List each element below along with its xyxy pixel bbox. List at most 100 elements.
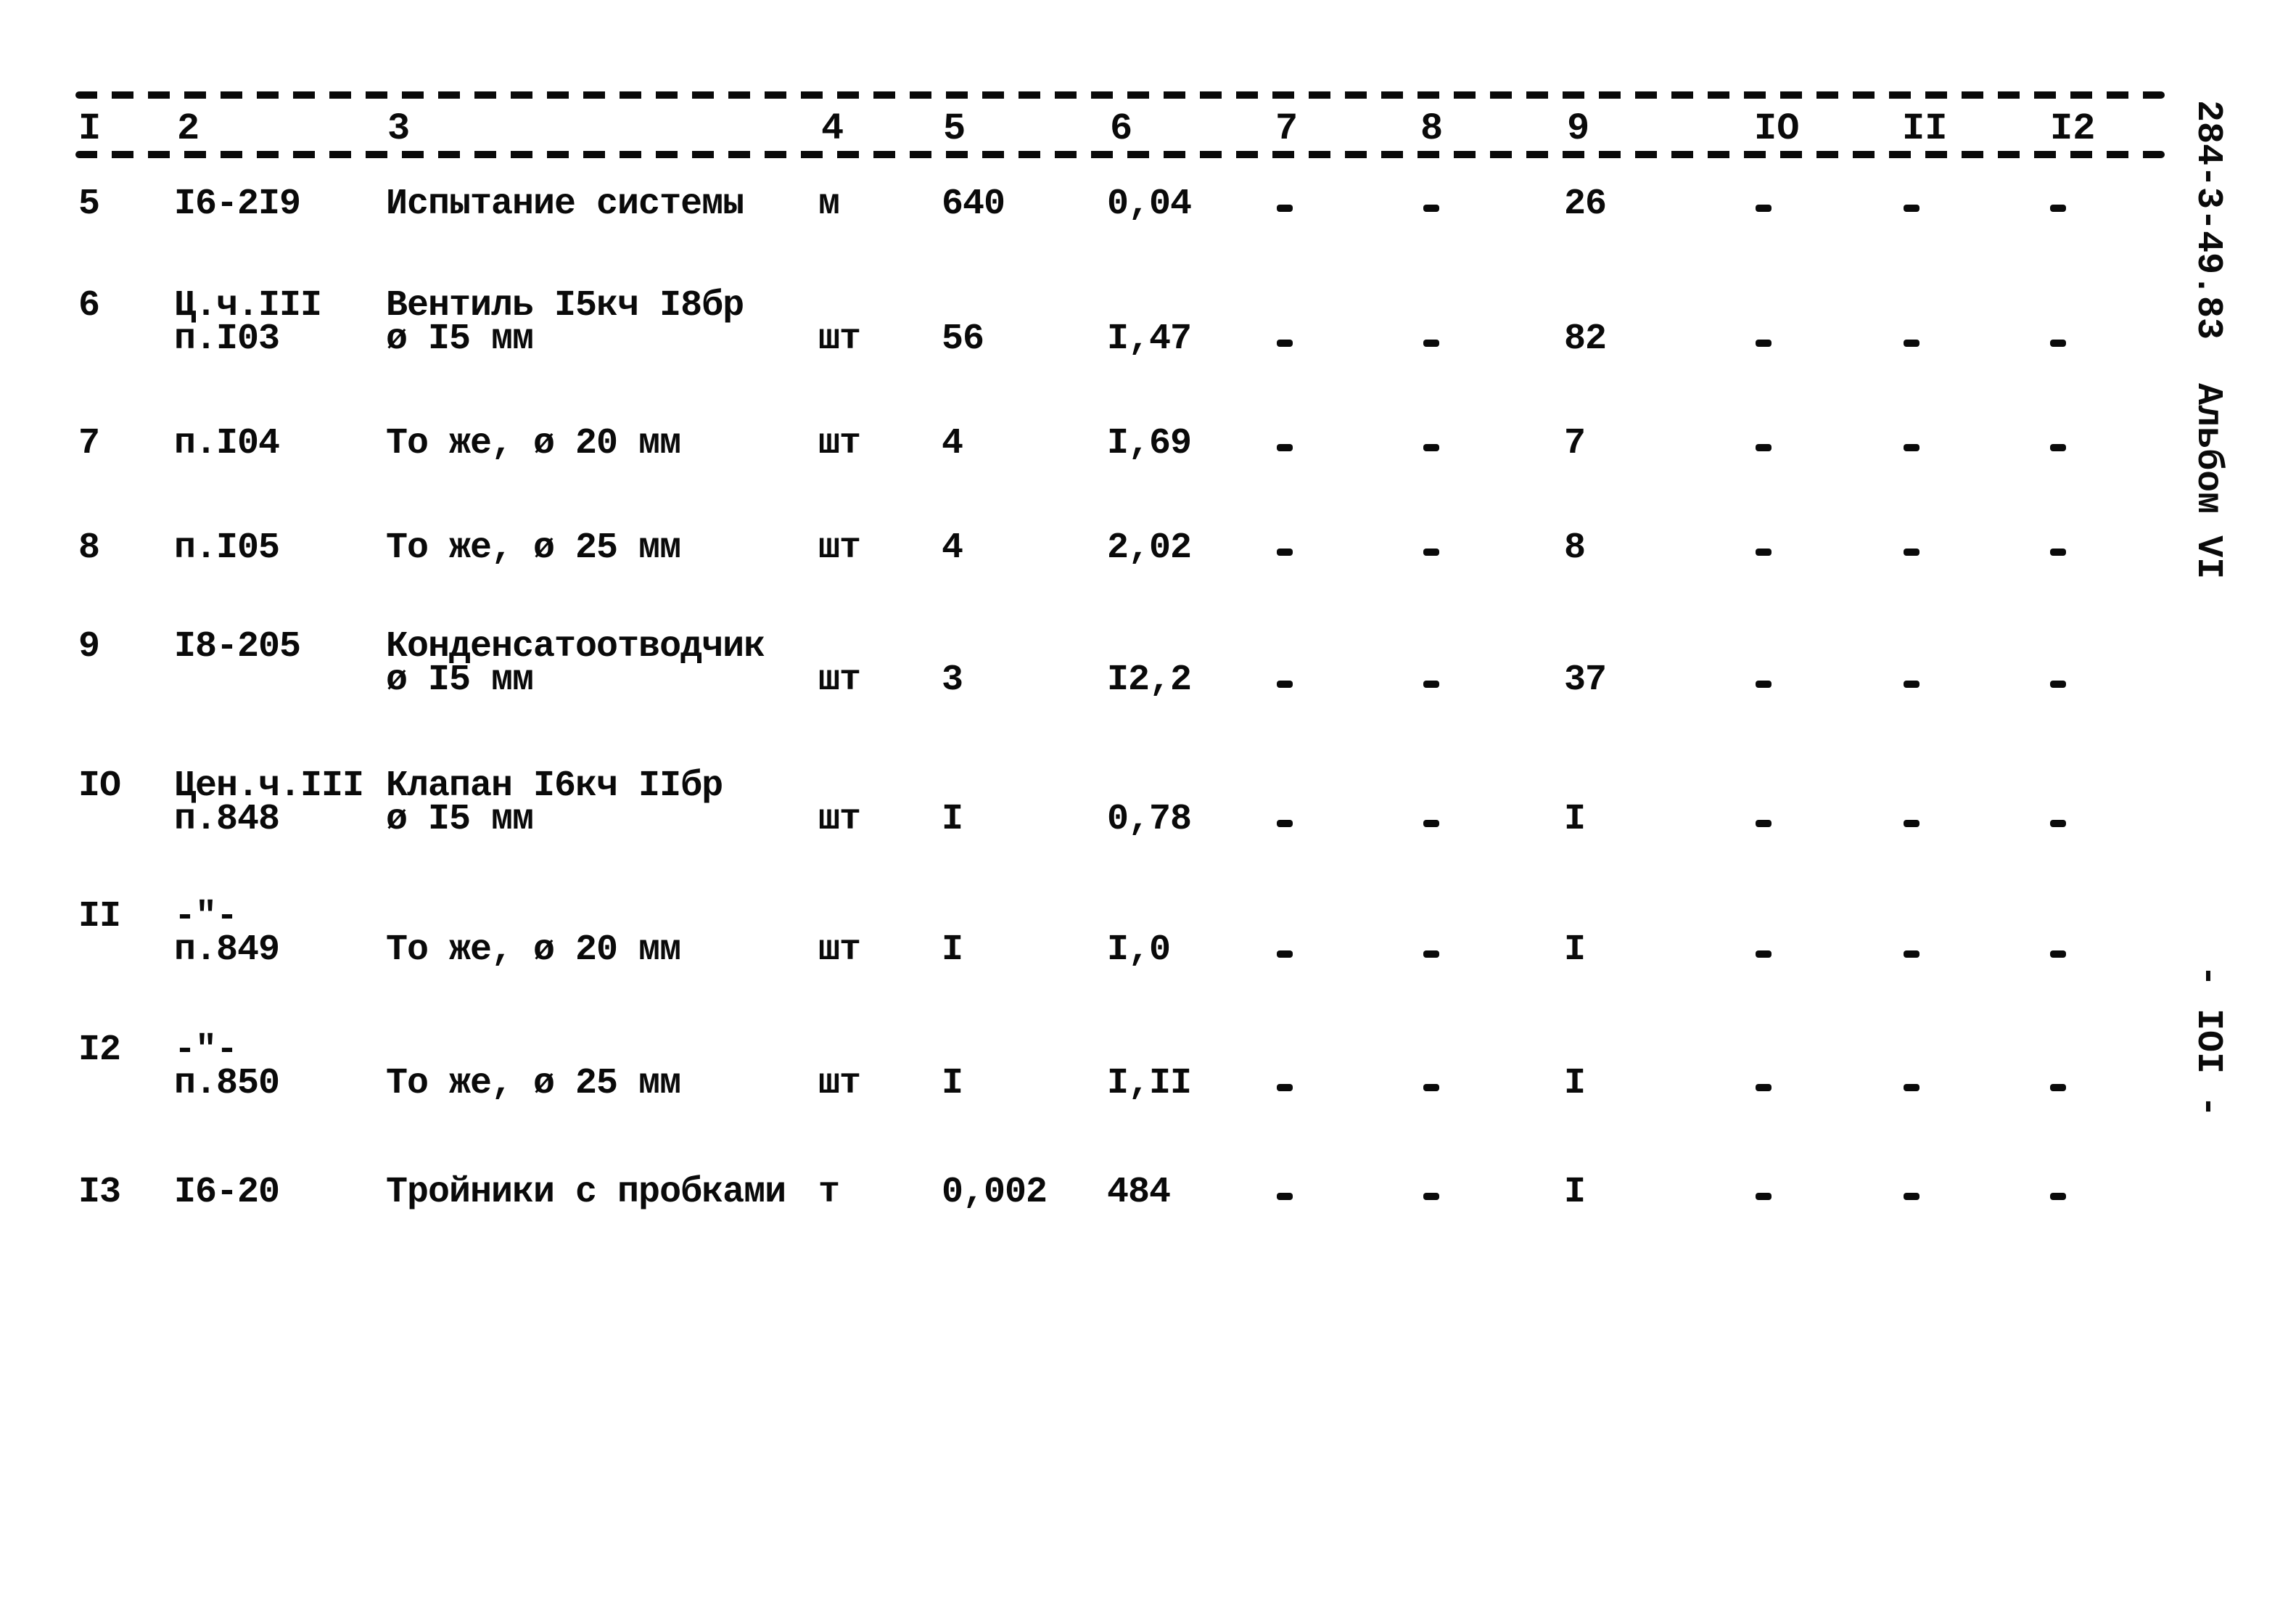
empty-cell-dash xyxy=(1904,1193,1919,1200)
row-number: 5 xyxy=(78,184,100,225)
empty-cell-dash xyxy=(1756,205,1772,212)
page-number: - IOI - xyxy=(2187,965,2229,1118)
col-header-2: 2 xyxy=(177,107,200,150)
quantity: 640 xyxy=(942,184,1005,225)
empty-cell-dash xyxy=(2050,950,2066,958)
column-9-value: 82 xyxy=(1564,319,1607,360)
row-number: 7 xyxy=(78,423,100,464)
empty-cell-dash xyxy=(2050,340,2066,347)
empty-cell-dash xyxy=(2050,820,2066,827)
empty-cell-dash xyxy=(1904,549,1919,556)
column-9-value: I xyxy=(1564,1063,1586,1104)
column-9-value: I xyxy=(1564,1172,1586,1213)
row-number: 6 xyxy=(78,285,100,326)
empty-cell-dash xyxy=(1423,205,1439,212)
col-header-10: IO xyxy=(1754,107,1800,150)
work-description: ø I5 мм xyxy=(386,660,534,701)
document-page: I 2 3 4 5 6 7 8 9 IO II I2 5 I6-2I9 Испыта… xyxy=(0,0,2296,1602)
work-description: То же, ø 20 мм xyxy=(386,929,681,971)
empty-cell-dash xyxy=(1756,1193,1772,1200)
empty-cell-dash xyxy=(2050,205,2066,212)
col-header-5: 5 xyxy=(943,107,966,150)
empty-cell-dash xyxy=(1756,681,1772,688)
work-description: Испытание системы xyxy=(386,184,744,225)
column-6-value: I,69 xyxy=(1107,423,1192,464)
empty-cell-dash xyxy=(1423,681,1439,688)
empty-cell-dash xyxy=(1756,950,1772,958)
table-top-rule xyxy=(75,91,2165,99)
empty-cell-dash xyxy=(1904,950,1919,958)
empty-cell-dash xyxy=(1423,1193,1439,1200)
quantity: I xyxy=(942,1063,963,1104)
quantity: I xyxy=(942,929,963,971)
col-header-8: 8 xyxy=(1420,107,1444,150)
empty-cell-dash xyxy=(1423,820,1439,827)
work-description: То же, ø 20 мм xyxy=(386,423,681,464)
empty-cell-dash xyxy=(1423,549,1439,556)
work-description: То же, ø 25 мм xyxy=(386,527,681,569)
empty-cell-dash xyxy=(1756,444,1772,451)
empty-cell-dash xyxy=(1423,950,1439,958)
empty-cell-dash xyxy=(1904,205,1919,212)
empty-cell-dash xyxy=(1423,340,1439,347)
empty-cell-dash xyxy=(1277,820,1293,827)
col-header-1: I xyxy=(78,107,102,150)
price-reference: I6-20 xyxy=(174,1172,280,1213)
quantity: 56 xyxy=(942,319,984,360)
empty-cell-dash xyxy=(2050,681,2066,688)
quantity: 3 xyxy=(942,660,963,701)
column-9-value: 7 xyxy=(1564,423,1586,464)
empty-cell-dash xyxy=(1277,950,1293,958)
price-reference: I6-2I9 xyxy=(174,184,301,225)
empty-cell-dash xyxy=(1904,1084,1919,1091)
price-reference: п.850 xyxy=(174,1063,280,1104)
empty-cell-dash xyxy=(2050,1193,2066,1200)
price-reference: п.I04 xyxy=(174,423,280,464)
empty-cell-dash xyxy=(1756,549,1772,556)
work-description: То же, ø 25 мм xyxy=(386,1063,681,1104)
empty-cell-dash xyxy=(1277,444,1293,451)
empty-cell-dash xyxy=(1277,205,1293,212)
empty-cell-dash xyxy=(1423,1084,1439,1091)
column-6-value: 0,04 xyxy=(1107,184,1192,225)
empty-cell-dash xyxy=(1277,340,1293,347)
unit-of-measure: шт xyxy=(818,660,861,701)
unit-of-measure: шт xyxy=(818,929,861,971)
row-number: I3 xyxy=(78,1172,121,1213)
unit-of-measure: шт xyxy=(818,799,861,840)
work-description: Тройники с пробками xyxy=(386,1172,786,1213)
column-6-value: I,0 xyxy=(1107,929,1171,971)
unit-of-measure: м xyxy=(818,184,840,225)
column-9-value: I xyxy=(1564,929,1586,971)
empty-cell-dash xyxy=(1277,1084,1293,1091)
col-header-7: 7 xyxy=(1275,107,1299,150)
price-reference: I8-205 xyxy=(174,626,301,668)
column-9-value: 26 xyxy=(1564,184,1607,225)
col-header-6: 6 xyxy=(1110,107,1133,150)
col-header-11: II xyxy=(1902,107,1948,150)
row-number: 9 xyxy=(78,626,100,668)
empty-cell-dash xyxy=(2050,444,2066,451)
quantity: 0,002 xyxy=(942,1172,1048,1213)
empty-cell-dash xyxy=(1756,340,1772,347)
column-9-value: 8 xyxy=(1564,527,1586,569)
empty-cell-dash xyxy=(1904,444,1919,451)
quantity: 4 xyxy=(942,423,963,464)
empty-cell-dash xyxy=(1423,444,1439,451)
unit-of-measure: шт xyxy=(818,319,861,360)
quantity: I xyxy=(942,799,963,840)
row-number: I2 xyxy=(78,1030,121,1071)
work-description: ø I5 мм xyxy=(386,799,534,840)
column-6-value: I,47 xyxy=(1107,319,1192,360)
col-header-4: 4 xyxy=(821,107,844,150)
unit-of-measure: шт xyxy=(818,527,861,569)
work-description: ø I5 мм xyxy=(386,319,534,360)
column-6-value: 2,02 xyxy=(1107,527,1192,569)
col-header-12: I2 xyxy=(2050,107,2096,150)
row-number: 8 xyxy=(78,527,100,569)
price-reference: п.I05 xyxy=(174,527,280,569)
column-9-value: I xyxy=(1564,799,1586,840)
column-6-value: 484 xyxy=(1107,1172,1171,1213)
empty-cell-dash xyxy=(1904,340,1919,347)
empty-cell-dash xyxy=(2050,549,2066,556)
